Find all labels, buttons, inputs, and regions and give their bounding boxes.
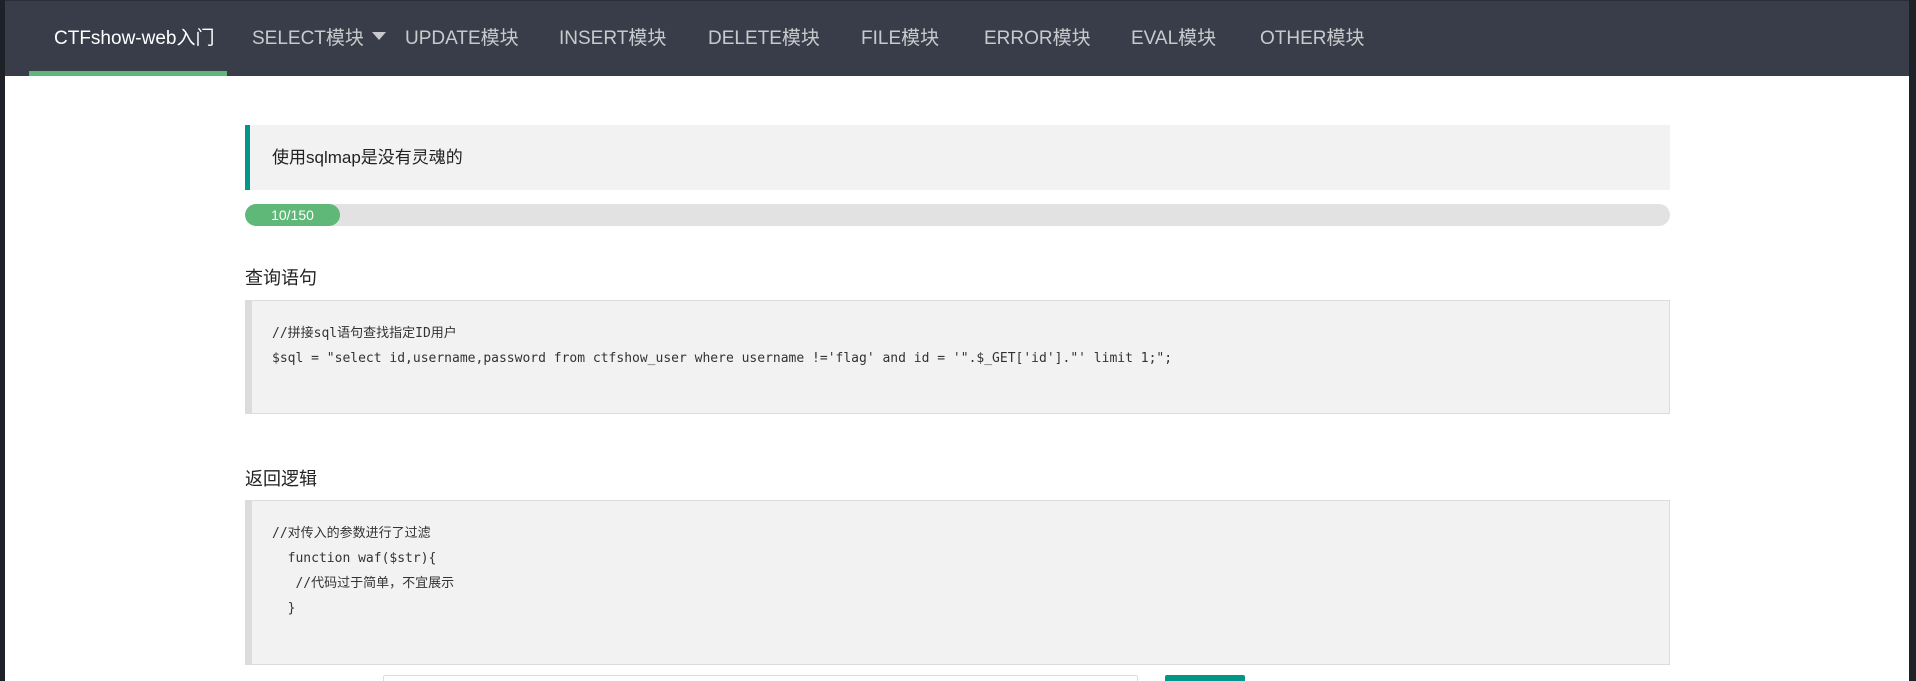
caret-down-icon <box>371 31 386 40</box>
code-line: } <box>272 601 296 616</box>
return-code-block: //对传入的参数进行了过滤 function waf($str){ //代码过于… <box>245 500 1670 665</box>
nav-item-error[interactable]: ERROR模块 <box>984 1 1091 76</box>
top-navbar: CTFshow-web入门 SELECT模块 UPDATE模块 INSERT模块… <box>5 0 1909 76</box>
nav-item-label: OTHER模块 <box>1260 28 1365 49</box>
code-line: //代码过于简单，不宜展示 <box>272 576 455 591</box>
tip-text: 使用sqlmap是没有灵魂的 <box>272 148 463 167</box>
nav-item-label: SELECT模块 <box>252 28 364 49</box>
nav-item-select-dropdown[interactable]: SELECT模块 <box>252 1 386 76</box>
nav-item-file[interactable]: FILE模块 <box>861 1 939 76</box>
page: CTFshow-web入门 SELECT模块 UPDATE模块 INSERT模块… <box>5 0 1909 681</box>
nav-item-label: INSERT模块 <box>559 28 667 49</box>
code-line: function waf($str){ <box>272 551 437 566</box>
nav-item-insert[interactable]: INSERT模块 <box>559 1 666 76</box>
code-line: //拼接sql语句查找指定ID用户 <box>272 326 457 341</box>
nav-item-label: DELETE模块 <box>708 28 820 49</box>
return-section-title: 返回逻辑 <box>245 469 317 489</box>
query-code-block: //拼接sql语句查找指定ID用户 $sql = "select id,user… <box>245 300 1670 414</box>
nav-item-label: UPDATE模块 <box>405 28 519 49</box>
query-section-title: 查询语句 <box>245 268 317 288</box>
nav-item-label: ERROR模块 <box>984 28 1091 49</box>
submit-button[interactable] <box>1165 675 1245 681</box>
nav-active-indicator <box>29 71 227 76</box>
nav-item-delete[interactable]: DELETE模块 <box>708 1 820 76</box>
nav-item-other[interactable]: OTHER模块 <box>1260 1 1365 76</box>
nav-item-label: FILE模块 <box>861 28 940 49</box>
progress-bar: 10/150 <box>245 204 1670 226</box>
progress-label: 10/150 <box>271 207 314 223</box>
code-line: //对传入的参数进行了过滤 <box>272 526 431 541</box>
nav-item-ctfshow-web[interactable]: CTFshow-web入门 <box>54 1 214 76</box>
tip-quote: 使用sqlmap是没有灵魂的 <box>245 125 1670 190</box>
nav-item-eval[interactable]: EVAL模块 <box>1131 1 1216 76</box>
nav-item-update[interactable]: UPDATE模块 <box>405 1 519 76</box>
nav-item-label: EVAL模块 <box>1131 28 1217 49</box>
code-line: $sql = "select id,username,password from… <box>272 351 1173 366</box>
nav-item-label: CTFshow-web入门 <box>54 28 215 49</box>
id-input[interactable] <box>383 675 1138 681</box>
